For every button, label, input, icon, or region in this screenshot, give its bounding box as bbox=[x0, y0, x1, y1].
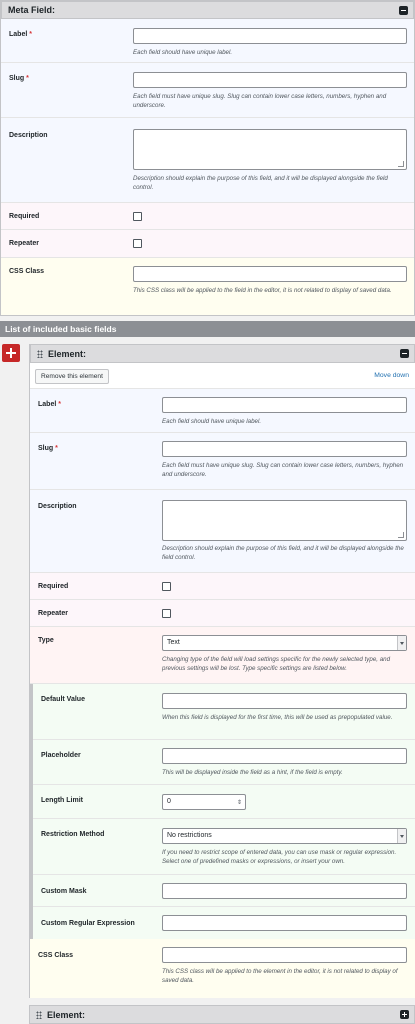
element-css-hint: This CSS class will be applied to the el… bbox=[162, 967, 410, 985]
element-css-row: CSS Class This CSS class will be applied… bbox=[30, 939, 415, 998]
meta-field-header[interactable]: Meta Field: bbox=[1, 1, 414, 19]
element-label-input[interactable] bbox=[162, 397, 407, 413]
custom-regex-input[interactable] bbox=[162, 915, 407, 931]
meta-required-label: Required bbox=[9, 213, 39, 220]
meta-css-row: CSS Class This CSS class will be applied… bbox=[1, 258, 414, 315]
stepper-icon[interactable]: ⇕ bbox=[237, 799, 242, 806]
element-description-textarea[interactable] bbox=[162, 500, 407, 541]
element-panel: Element: Remove this element Move down L… bbox=[29, 344, 415, 998]
restriction-select[interactable]: No restrictions bbox=[162, 828, 407, 844]
required-marker: * bbox=[55, 445, 58, 452]
custom-mask-input[interactable] bbox=[162, 883, 407, 899]
meta-css-label: CSS Class bbox=[9, 268, 44, 275]
meta-css-hint: This CSS class will be applied to the fi… bbox=[133, 286, 409, 295]
length-limit-input[interactable]: 0 ⇕ bbox=[162, 794, 246, 810]
element-title: Element: bbox=[48, 349, 86, 359]
element-type-hint: Changing type of the field will load set… bbox=[162, 655, 410, 673]
custom-mask-row: Custom Mask bbox=[33, 875, 415, 907]
remove-element-button[interactable]: Remove this element bbox=[35, 369, 109, 384]
element-required-row: Required bbox=[30, 573, 415, 600]
placeholder-hint: This will be displayed inside the field … bbox=[162, 768, 410, 777]
meta-label-hint: Each field should have unique label. bbox=[133, 48, 409, 57]
meta-required-checkbox[interactable] bbox=[133, 212, 142, 221]
element-repeater-checkbox[interactable] bbox=[162, 609, 171, 618]
meta-slug-input[interactable] bbox=[133, 72, 407, 88]
element-css-label: CSS Class bbox=[38, 952, 73, 959]
element-required-label: Required bbox=[38, 583, 68, 590]
meta-repeater-checkbox[interactable] bbox=[133, 239, 142, 248]
custom-regex-label: Custom Regular Expression bbox=[41, 920, 135, 927]
element-label-label: Label bbox=[38, 401, 56, 408]
chevron-down-icon bbox=[397, 636, 406, 650]
element-type-label: Type bbox=[38, 637, 54, 644]
default-value-input[interactable] bbox=[162, 693, 407, 709]
collapse-icon[interactable] bbox=[399, 6, 408, 15]
element-header[interactable]: Element: bbox=[29, 1005, 415, 1024]
meta-required-row: Required bbox=[1, 203, 414, 230]
element-label-row: Label * Each field should have unique la… bbox=[30, 389, 415, 433]
meta-css-input[interactable] bbox=[133, 266, 407, 282]
element-type-row: Type Text Changing type of the field wil… bbox=[30, 627, 415, 684]
required-marker: * bbox=[29, 31, 32, 38]
element-title: Element: bbox=[47, 1010, 85, 1020]
placeholder-label: Placeholder bbox=[41, 752, 81, 759]
element-slug-hint: Each field must have unique slug. Slug c… bbox=[162, 461, 410, 479]
element-type-select[interactable]: Text bbox=[162, 635, 407, 651]
custom-mask-label: Custom Mask bbox=[41, 888, 87, 895]
element-repeater-label: Repeater bbox=[38, 610, 68, 617]
meta-slug-hint: Each field must have unique slug. Slug c… bbox=[133, 92, 409, 110]
element-description-row: Description Description should explain t… bbox=[30, 490, 415, 573]
element-label-hint: Each field should have unique label. bbox=[162, 417, 410, 426]
element-description-label: Description bbox=[38, 503, 77, 510]
element-css-input[interactable] bbox=[162, 947, 407, 963]
meta-slug-row: Slug * Each field must have unique slug.… bbox=[1, 63, 414, 118]
element-panel-collapsed: Element: bbox=[29, 1005, 415, 1024]
meta-description-textarea[interactable] bbox=[133, 129, 407, 170]
drag-handle-icon[interactable] bbox=[37, 350, 43, 358]
meta-label-row: Label * Each field should have unique la… bbox=[1, 19, 414, 63]
restriction-label: Restriction Method bbox=[41, 831, 104, 838]
meta-field-title: Meta Field: bbox=[8, 5, 55, 15]
add-element-icon[interactable] bbox=[2, 344, 20, 362]
element-slug-label: Slug bbox=[38, 445, 53, 452]
element-header[interactable]: Element: bbox=[30, 344, 415, 363]
element-actions-row: Remove this element Move down bbox=[30, 363, 415, 389]
collapse-icon[interactable] bbox=[400, 349, 409, 358]
move-down-link[interactable]: Move down bbox=[374, 372, 409, 379]
element-repeater-row: Repeater bbox=[30, 600, 415, 627]
meta-description-hint: Description should explain the purpose o… bbox=[133, 174, 409, 192]
meta-description-row: Description Description should explain t… bbox=[1, 118, 414, 203]
meta-label-input[interactable] bbox=[133, 28, 407, 44]
drag-handle-icon[interactable] bbox=[36, 1011, 42, 1019]
basic-fields-section-title: List of included basic fields bbox=[0, 321, 415, 337]
meta-description-label: Description bbox=[9, 132, 48, 139]
chevron-down-icon bbox=[397, 829, 406, 843]
meta-field-panel: Meta Field: Label * Each field should ha… bbox=[0, 0, 415, 316]
meta-label-label: Label bbox=[9, 31, 27, 38]
expand-icon[interactable] bbox=[400, 1010, 409, 1019]
restriction-hint: If you need to restrict scope of entered… bbox=[162, 848, 410, 866]
default-value-label: Default Value bbox=[41, 696, 85, 703]
placeholder-input[interactable] bbox=[162, 748, 407, 764]
meta-slug-label: Slug bbox=[9, 75, 24, 82]
default-value-hint: When this field is displayed for the fir… bbox=[162, 713, 410, 722]
length-limit-label: Length Limit bbox=[41, 797, 83, 804]
meta-repeater-row: Repeater bbox=[1, 230, 414, 258]
length-limit-row: Length Limit 0 ⇕ bbox=[33, 785, 415, 819]
element-slug-row: Slug * Each field must have unique slug.… bbox=[30, 433, 415, 490]
element-required-checkbox[interactable] bbox=[162, 582, 171, 591]
meta-repeater-label: Repeater bbox=[9, 240, 39, 247]
element-description-hint: Description should explain the purpose o… bbox=[162, 544, 410, 562]
type-settings-group: Default Value When this field is display… bbox=[30, 684, 415, 939]
element-slug-input[interactable] bbox=[162, 441, 407, 457]
custom-regex-row: Custom Regular Expression bbox=[33, 907, 415, 939]
restriction-value: No restrictions bbox=[167, 832, 212, 839]
element-type-value: Text bbox=[167, 639, 180, 646]
placeholder-row: Placeholder This will be displayed insid… bbox=[33, 740, 415, 785]
restriction-row: Restriction Method No restrictions If yo… bbox=[33, 819, 415, 875]
required-marker: * bbox=[58, 401, 61, 408]
required-marker: * bbox=[26, 75, 29, 82]
default-value-row: Default Value When this field is display… bbox=[33, 684, 415, 740]
length-limit-value: 0 bbox=[167, 798, 171, 805]
